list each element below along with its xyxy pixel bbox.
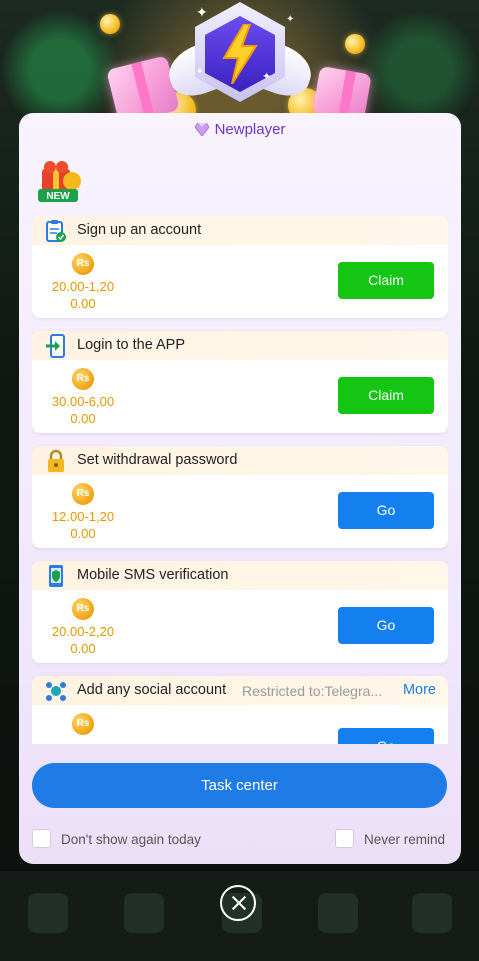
reward-range: 30.00-6,00 xyxy=(51,394,115,409)
task-title: Sign up an account xyxy=(77,222,202,238)
task-title: Login to the APP xyxy=(77,337,186,353)
newplayer-dialog: Newplayer NEW Sign up an account Rs 20.0… xyxy=(19,113,461,864)
reward-badge-illustration: ✦ ✦ ✦ ✦ xyxy=(0,0,479,130)
lightning-bolt-icon xyxy=(222,24,258,84)
close-icon[interactable] xyxy=(220,885,256,921)
reward-amount: 0.00 xyxy=(70,296,96,311)
svg-text:NEW: NEW xyxy=(46,191,70,202)
coin-icon xyxy=(100,14,120,34)
restriction-text: Restricted to:Telegra... xyxy=(242,683,383,699)
rupee-coin-icon: Rs xyxy=(72,368,94,390)
claim-button[interactable]: Claim xyxy=(338,262,434,299)
gem-icon xyxy=(194,123,209,136)
padlock-icon xyxy=(48,449,64,472)
coin-icon xyxy=(345,34,365,54)
new-gift-icon: NEW xyxy=(38,161,81,202)
claim-button[interactable]: Claim xyxy=(338,377,434,414)
never-remind-checkbox[interactable] xyxy=(335,829,354,848)
clipboard-check-icon xyxy=(46,220,66,242)
reward-amount: 0.00 xyxy=(70,641,96,656)
task-title: Mobile SMS verification xyxy=(77,567,229,583)
never-remind-label: Never remind xyxy=(364,832,446,847)
task-card-sms-verification: Mobile SMS verification Rs 20.00-2,20 0.… xyxy=(32,561,448,663)
phone-login-icon xyxy=(46,334,65,358)
dont-show-today-checkbox[interactable] xyxy=(32,829,51,848)
dialog-header: Newplayer xyxy=(19,121,461,143)
dialog-title: Newplayer xyxy=(214,121,286,138)
go-button[interactable]: Go xyxy=(338,492,434,529)
dont-show-today-label: Don't show again today xyxy=(61,832,201,847)
rupee-coin-icon: Rs xyxy=(72,598,94,620)
task-center-button[interactable]: Task center xyxy=(32,763,447,808)
task-card-sign-up: Sign up an account Rs 20.00-1,20 0.00 Cl… xyxy=(32,216,448,318)
task-list[interactable]: Sign up an account Rs 20.00-1,20 0.00 Cl… xyxy=(32,216,448,744)
task-card-social-account: Add any social account Restricted to:Tel… xyxy=(32,676,448,744)
never-remind-option[interactable]: Never remind xyxy=(335,829,445,849)
task-card-withdrawal-password: Set withdrawal password Rs 12.00-1,20 0.… xyxy=(32,446,448,548)
more-link[interactable]: More xyxy=(403,682,436,698)
go-button[interactable]: Go xyxy=(338,607,434,644)
reward-range: 20.00-2,20 xyxy=(51,624,115,639)
reward-amount: 0.00 xyxy=(70,526,96,541)
rupee-coin-icon: Rs xyxy=(72,253,94,275)
reward-range: 20.00-1,20 xyxy=(51,279,115,294)
task-card-login: Login to the APP Rs 30.00-6,00 0.00 Clai… xyxy=(32,331,448,433)
phone-shield-icon xyxy=(49,565,63,587)
social-account-icon xyxy=(46,682,66,701)
go-button[interactable]: Go xyxy=(338,728,434,744)
reward-amount: 0.00 xyxy=(70,411,96,426)
task-title: Set withdrawal password xyxy=(77,452,238,468)
task-title: Add any social account xyxy=(77,682,227,698)
dont-show-today-option[interactable]: Don't show again today xyxy=(32,829,201,849)
rupee-coin-icon: Rs xyxy=(72,713,94,735)
rupee-coin-icon: Rs xyxy=(72,483,94,505)
reward-range: 12.00-1,20 xyxy=(51,509,115,524)
